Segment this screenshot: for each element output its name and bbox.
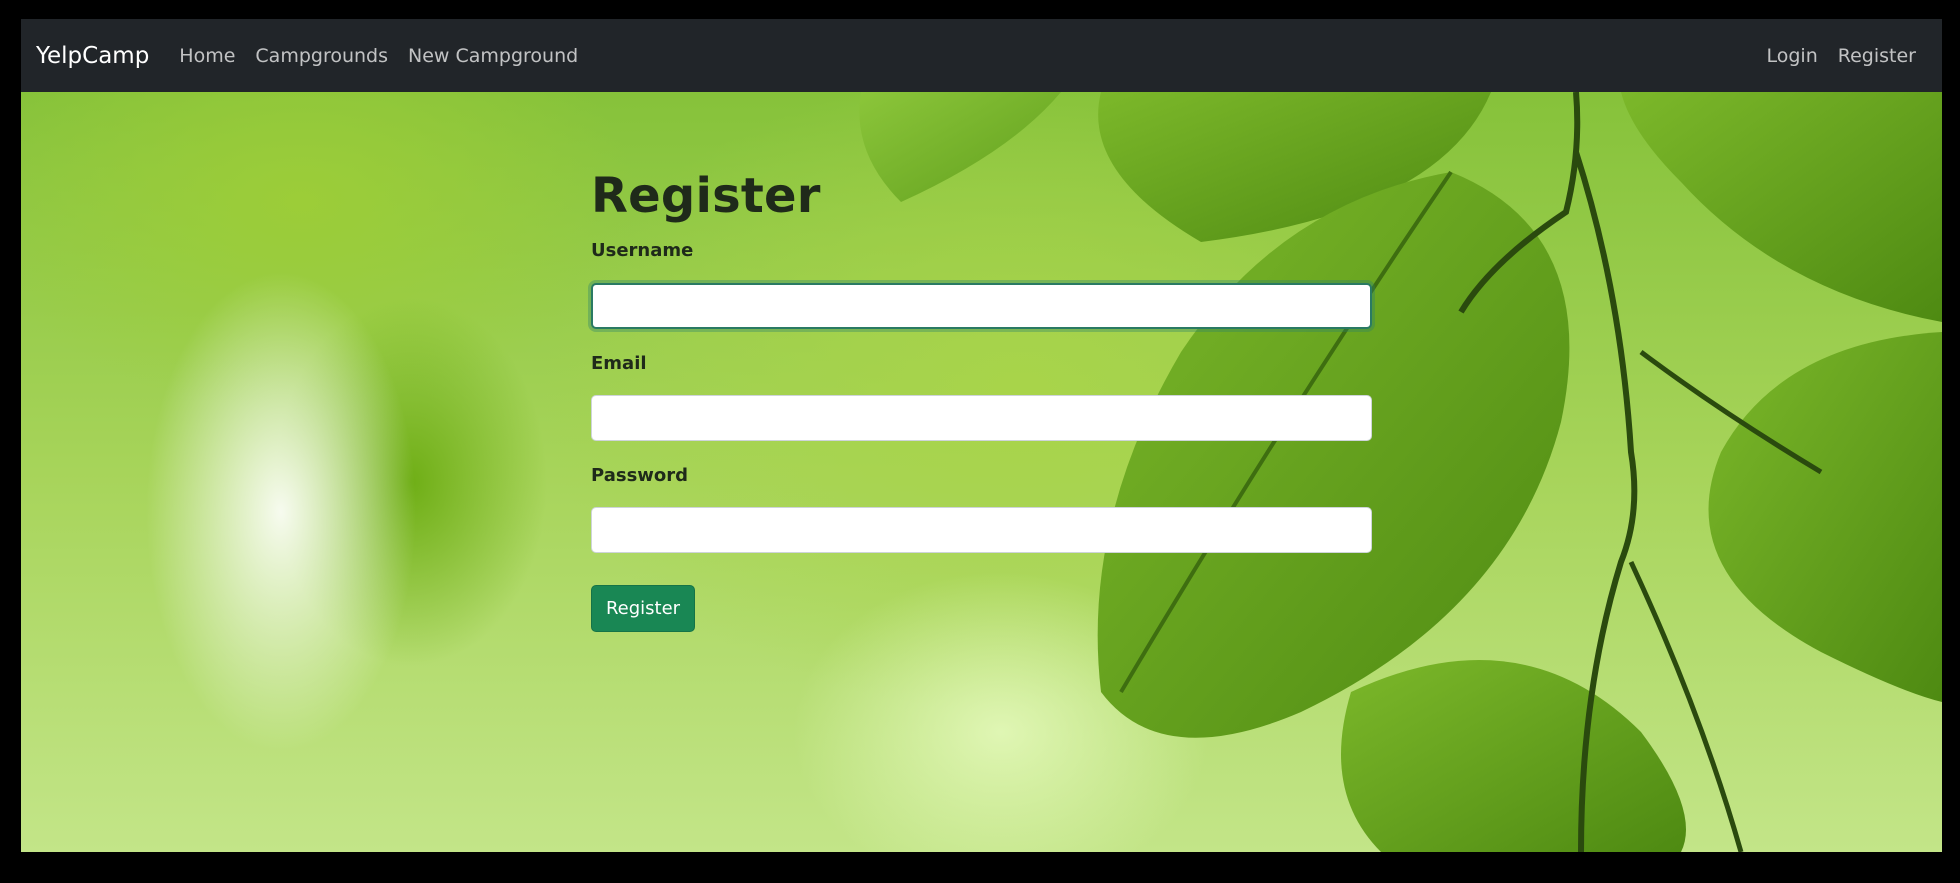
nav-link-campgrounds[interactable]: Campgrounds xyxy=(255,45,388,67)
email-input[interactable] xyxy=(591,395,1372,441)
password-input[interactable] xyxy=(591,507,1372,553)
green-leaves-background xyxy=(21,92,1942,852)
register-submit-button[interactable]: Register xyxy=(591,585,695,632)
nav-right-group: Login Register xyxy=(1767,45,1925,67)
nav-link-new-campground[interactable]: New Campground xyxy=(408,45,578,67)
username-label: Username xyxy=(591,240,694,261)
brand-logo-link[interactable]: YelpCamp xyxy=(36,43,149,69)
top-navbar: YelpCamp Home Campgrounds New Campground… xyxy=(21,19,1942,92)
nav-link-home[interactable]: Home xyxy=(179,45,235,67)
browser-viewport: YelpCamp Home Campgrounds New Campground… xyxy=(21,19,1942,852)
password-label: Password xyxy=(591,465,689,486)
nav-link-register[interactable]: Register xyxy=(1838,45,1916,67)
page-title: Register xyxy=(591,168,821,224)
nav-link-login[interactable]: Login xyxy=(1767,45,1818,67)
leaves-illustration xyxy=(859,92,1942,852)
username-input[interactable] xyxy=(591,283,1372,329)
email-label: Email xyxy=(591,353,647,374)
